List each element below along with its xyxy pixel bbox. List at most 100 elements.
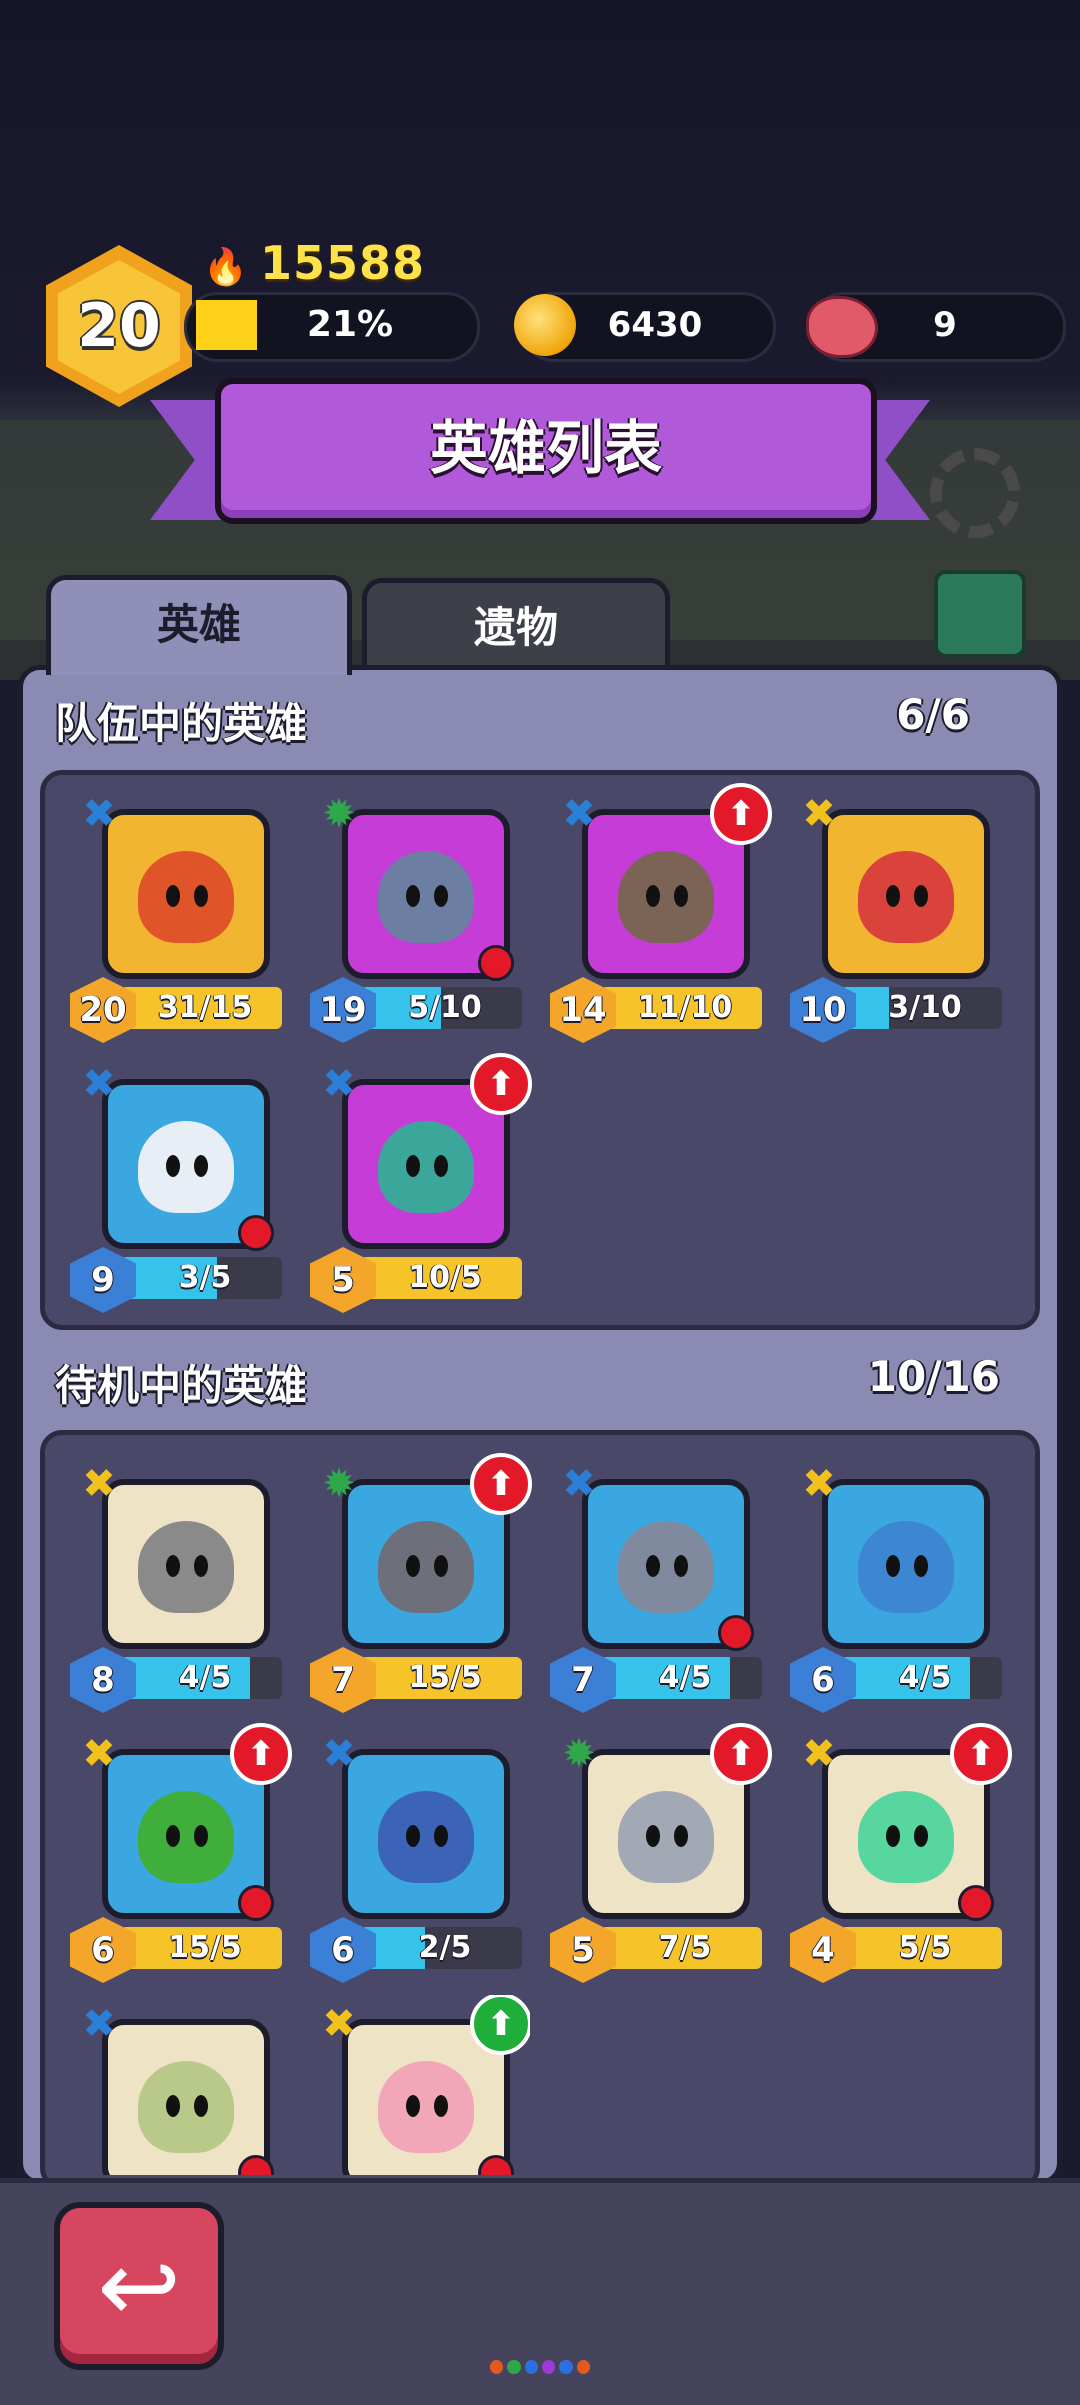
meat-amount: 9 bbox=[933, 305, 957, 345]
hero-face bbox=[858, 1791, 954, 1883]
wind-element-icon: ✖ bbox=[322, 1061, 356, 1107]
hero-shard-progress: 3/5 bbox=[178, 1260, 232, 1295]
hero-eye bbox=[886, 1555, 900, 1577]
hero-shard-progress: 11/10 bbox=[637, 990, 733, 1025]
hero-eye bbox=[674, 1825, 688, 1847]
hero-face bbox=[858, 1521, 954, 1613]
hero-shard-bar: 10/5 bbox=[360, 1257, 522, 1299]
hero-eye bbox=[406, 1555, 420, 1577]
hero-card[interactable]: ✖ ⬆ bbox=[300, 1995, 530, 2175]
light-element-icon: ✖ bbox=[802, 1731, 836, 1777]
hero-face bbox=[378, 851, 474, 943]
hero-face bbox=[138, 2061, 234, 2153]
meat-icon bbox=[806, 296, 878, 358]
notification-dot bbox=[718, 1615, 754, 1651]
hero-eye bbox=[434, 1825, 448, 1847]
reserve-section-title: 待机中的英雄 bbox=[55, 1361, 308, 1410]
hero-card[interactable]: ✖ ⬆ 15/5 6 bbox=[60, 1723, 292, 1985]
upgrade-arrow-icon: ⬆ bbox=[950, 1723, 1012, 1785]
upgrade-arrow-icon: ⬆ bbox=[710, 783, 772, 845]
hero-eye bbox=[406, 885, 420, 907]
hero-shard-progress: 4/5 bbox=[178, 1660, 232, 1695]
hero-shard-bar: 4/5 bbox=[600, 1657, 762, 1699]
hero-eye bbox=[194, 1555, 208, 1577]
hero-face bbox=[138, 1791, 234, 1883]
hero-card[interactable]: ✖ 4/5 6 bbox=[780, 1455, 1010, 1715]
hero-eye bbox=[406, 1825, 420, 1847]
light-element-icon: ✖ bbox=[802, 1461, 836, 1507]
team-count: 6/6 bbox=[896, 690, 970, 739]
hero-card[interactable]: ✖ 3/10 10 bbox=[780, 785, 1010, 1045]
notification-dot bbox=[238, 1885, 274, 1921]
hero-card[interactable]: ✖ ⬆ 10/5 5 bbox=[300, 1053, 532, 1315]
upgrade-arrow-icon: ⬆ bbox=[710, 1723, 772, 1785]
hero-eye bbox=[166, 1555, 180, 1577]
hero-shard-progress: 10/5 bbox=[408, 1260, 482, 1295]
hero-shard-bar: 7/5 bbox=[600, 1927, 762, 1969]
hero-card[interactable]: ✖ ⬆ 11/10 14 bbox=[540, 783, 772, 1045]
wind-element-icon: ✖ bbox=[82, 1061, 116, 1107]
back-arrow-icon: ↩ bbox=[97, 2227, 181, 2345]
hero-face bbox=[378, 2061, 474, 2153]
hero-eye bbox=[674, 885, 688, 907]
hero-shard-progress: 15/5 bbox=[168, 1930, 242, 1965]
hero-eye bbox=[194, 1825, 208, 1847]
hero-card[interactable]: ✖ 3/5 9 bbox=[60, 1055, 290, 1315]
hero-card[interactable]: ✖ 4/5 8 bbox=[60, 1455, 290, 1715]
dot-green bbox=[507, 2360, 521, 2374]
hero-eye bbox=[646, 885, 660, 907]
notification-dot bbox=[958, 1885, 994, 1921]
hero-eye bbox=[434, 2095, 448, 2117]
hero-card[interactable]: ✹ ⬆ 15/5 7 bbox=[300, 1453, 532, 1715]
hero-face bbox=[618, 1521, 714, 1613]
notification-dot bbox=[478, 945, 514, 981]
hero-eye bbox=[886, 1825, 900, 1847]
notification-dot bbox=[238, 1215, 274, 1251]
hero-card[interactable]: ✖ 4/5 7 bbox=[540, 1455, 770, 1715]
hero-card[interactable]: ✖ 2/5 6 bbox=[300, 1725, 530, 1985]
hero-shard-bar: 5/5 bbox=[840, 1927, 1002, 1969]
hero-eye bbox=[194, 885, 208, 907]
hero-eye bbox=[646, 1555, 660, 1577]
tab-heroes[interactable]: 英雄 bbox=[46, 575, 352, 675]
dot-orange-2 bbox=[576, 2360, 590, 2374]
hero-card[interactable]: ✖ bbox=[60, 1995, 290, 2175]
power-value: 15588 bbox=[260, 236, 426, 290]
hero-card[interactable]: ✹ 5/10 19 bbox=[300, 785, 530, 1045]
wind-element-icon: ✖ bbox=[82, 2001, 116, 2047]
hero-shard-progress: 15/5 bbox=[408, 1660, 482, 1695]
player-level: 20 bbox=[77, 291, 161, 361]
hero-eye bbox=[886, 885, 900, 907]
hero-shard-bar: 3/10 bbox=[840, 987, 1002, 1029]
hero-card[interactable]: ✖ 31/15 20 bbox=[60, 785, 290, 1045]
light-element-icon: ✖ bbox=[82, 1461, 116, 1507]
light-element-icon: ✖ bbox=[322, 2001, 356, 2047]
hero-eye bbox=[914, 1825, 928, 1847]
hero-card[interactable]: ✹ ⬆ 7/5 5 bbox=[540, 1723, 772, 1985]
hero-eye bbox=[166, 1825, 180, 1847]
hero-face bbox=[618, 851, 714, 943]
hero-face bbox=[138, 851, 234, 943]
hero-eye bbox=[434, 1155, 448, 1177]
hero-face bbox=[858, 851, 954, 943]
hero-shard-progress: 5/5 bbox=[898, 1930, 952, 1965]
hero-eye bbox=[166, 2095, 180, 2117]
gear-icon[interactable] bbox=[930, 448, 1020, 538]
hero-face bbox=[378, 1791, 474, 1883]
tab-relics[interactable]: 遗物 bbox=[362, 578, 670, 678]
hero-shard-progress: 7/5 bbox=[658, 1930, 712, 1965]
light-element-icon: ✖ bbox=[82, 1731, 116, 1777]
hero-eye bbox=[434, 1555, 448, 1577]
hero-shard-progress: 4/5 bbox=[658, 1660, 712, 1695]
hero-card[interactable]: ✖ ⬆ 5/5 4 bbox=[780, 1723, 1012, 1985]
dot-blue-2 bbox=[559, 2360, 573, 2374]
hero-shard-progress: 31/15 bbox=[157, 990, 253, 1025]
back-button[interactable]: ↩ bbox=[54, 2202, 224, 2370]
wind-element-icon: ✖ bbox=[562, 791, 596, 837]
hero-eye bbox=[434, 885, 448, 907]
upgrade-arrow-icon: ⬆ bbox=[470, 1053, 532, 1115]
hero-shard-bar: 15/5 bbox=[120, 1927, 282, 1969]
mail-icon[interactable] bbox=[934, 570, 1026, 658]
flame-icon: 🔥 bbox=[203, 247, 248, 288]
upgrade-arrow-icon: ⬆ bbox=[470, 1453, 532, 1515]
